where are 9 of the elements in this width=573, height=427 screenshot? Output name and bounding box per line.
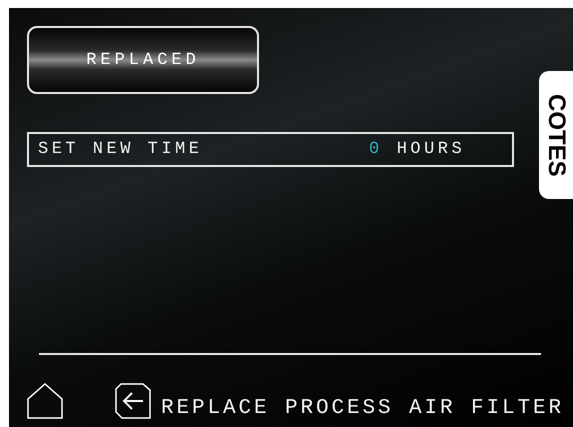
field-value: 0: [369, 140, 383, 159]
replaced-button[interactable]: REPLACED: [27, 26, 259, 94]
back-icon[interactable]: [115, 383, 151, 419]
unit-label: HOURS: [396, 140, 466, 159]
screen-title: REPLACE PROCESS AIR FILTER: [161, 398, 564, 419]
home-icon[interactable]: [27, 383, 63, 419]
field-label: SET NEW TIME: [38, 140, 204, 159]
time-field[interactable]: SET NEW TIME 0 HOURS: [27, 132, 514, 167]
side-tab[interactable]: COTES: [539, 71, 573, 199]
